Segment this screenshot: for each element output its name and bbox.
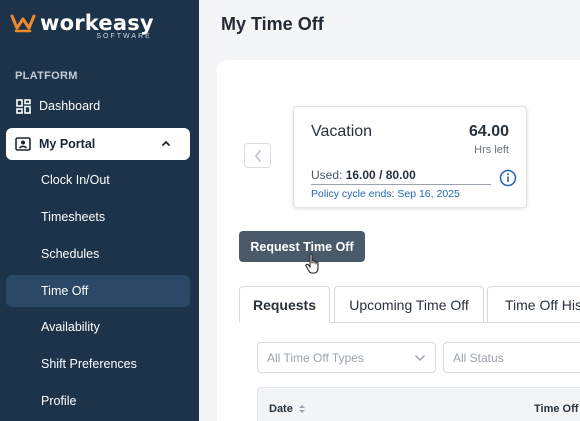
tab-time-off-history[interactable]: Time Off His — [487, 286, 580, 323]
brand-logo[interactable]: workeasy SOFTWARE — [10, 12, 154, 40]
section-label-platform: PLATFORM — [15, 70, 78, 82]
balance-used-value: 16.00 / 80.00 — [345, 168, 416, 182]
sidebar-item-availability[interactable]: Availability — [6, 311, 190, 343]
sidebar-item-my-portal[interactable]: My Portal — [6, 128, 190, 160]
info-icon[interactable] — [499, 169, 517, 187]
page-title: My Time Off — [221, 14, 324, 34]
sidebar-item-schedules[interactable]: Schedules — [6, 238, 190, 270]
column-header-date[interactable]: Date — [269, 403, 307, 415]
status-filter[interactable]: All Status — [443, 342, 580, 373]
brand-name: workeasy — [40, 11, 154, 35]
request-time-off-button[interactable]: Request Time Off — [239, 231, 365, 262]
sidebar-item-clock-in-out[interactable]: Clock In/Out — [6, 164, 190, 196]
chevron-up-icon — [162, 140, 170, 146]
balance-hours-unit: Hrs left — [474, 144, 509, 156]
sort-icon — [298, 405, 305, 413]
dashboard-icon — [15, 98, 31, 114]
balance-progress-track — [311, 184, 491, 185]
balance-hours: 64.00 — [468, 123, 509, 140]
sidebar-item-shift-preferences[interactable]: Shift Preferences — [6, 348, 190, 380]
sidebar-item-time-off[interactable]: Time Off — [6, 275, 190, 307]
sidebar-item-profile[interactable]: Profile — [6, 385, 190, 417]
balance-used-label: Used: — [311, 168, 343, 182]
tab-divider — [330, 322, 580, 323]
balance-type: Vacation — [311, 123, 373, 140]
crown-logo-icon — [10, 14, 36, 33]
tab-upcoming-time-off[interactable]: Upcoming Time Off — [334, 286, 484, 323]
balance-policy-cycle: Policy cycle ends: Sep 16, 2025 — [311, 188, 460, 200]
table-header: Date Time Off — [257, 387, 580, 421]
portal-icon — [15, 136, 31, 152]
chevron-left-icon — [254, 149, 261, 162]
balance-card-vacation: Vacation 64.00 Hrs left Used: 16.00 / 80… — [293, 106, 527, 208]
time-off-type-filter[interactable]: All Time Off Types — [257, 342, 436, 373]
chevron-down-icon — [415, 355, 425, 362]
balance-used: Used: 16.00 / 80.00 — [311, 168, 416, 182]
sidebar-item-label: Dashboard — [39, 99, 101, 113]
sidebar-item-dashboard[interactable]: Dashboard — [6, 90, 190, 122]
column-header-time-off[interactable]: Time Off — [534, 403, 578, 415]
status-placeholder: All Status — [453, 350, 504, 365]
sidebar: workeasy SOFTWARE PLATFORM Dashboard My … — [0, 0, 199, 421]
column-header-date-label: Date — [269, 403, 293, 415]
hand-cursor-icon — [305, 253, 319, 274]
tab-requests[interactable]: Requests — [239, 286, 330, 323]
time-off-type-placeholder: All Time Off Types — [267, 350, 364, 365]
sidebar-item-timesheets[interactable]: Timesheets — [6, 201, 190, 233]
previous-balance-button[interactable] — [244, 143, 271, 168]
sidebar-item-label: My Portal — [39, 137, 96, 151]
